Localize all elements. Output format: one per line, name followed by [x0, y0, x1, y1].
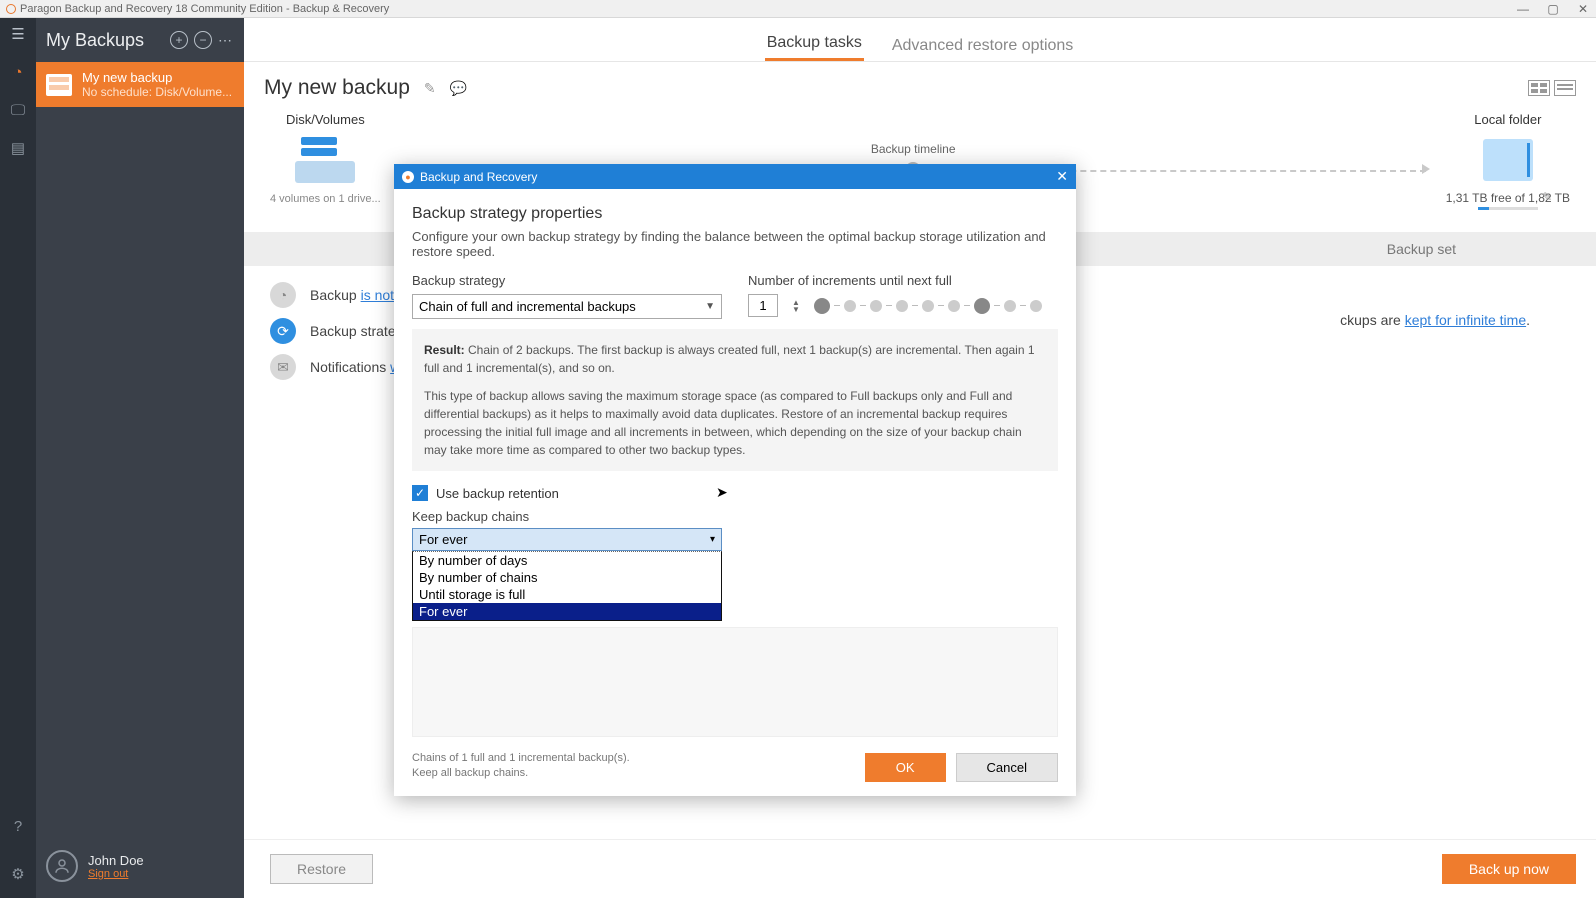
strategy-select-value: Chain of full and incremental backups: [419, 299, 636, 314]
backup-list-item[interactable]: My new backup No schedule: Disk/Volume..…: [36, 62, 244, 107]
dialog-title: Backup and Recovery: [420, 170, 537, 184]
strategy-dialog: ● Backup and Recovery ✕ Backup strategy …: [394, 164, 1076, 796]
sidebar-title: My Backups: [46, 30, 170, 51]
maximize-button[interactable]: ▢: [1546, 2, 1560, 16]
storage-bar: [1478, 207, 1538, 210]
increments-input[interactable]: 1: [748, 294, 778, 317]
keep-chains-dropdown[interactable]: For ever ▾ By number of days By number o…: [412, 528, 722, 621]
tab-backup-tasks[interactable]: Backup tasks: [765, 34, 864, 61]
clock-icon[interactable]: ◔: [8, 62, 28, 82]
dd-option[interactable]: By number of chains: [413, 569, 721, 586]
strategy-select[interactable]: Chain of full and incremental backups ▼: [412, 294, 722, 319]
view-grid-button[interactable]: [1528, 80, 1550, 96]
arrow-right-icon: [1422, 164, 1430, 174]
disk-icon: [46, 74, 72, 96]
backup-set-label: Backup set: [1387, 241, 1456, 257]
dd-option[interactable]: By number of days: [413, 552, 721, 569]
window-titlebar: Paragon Backup and Recovery 18 Community…: [0, 0, 1596, 18]
user-name: John Doe: [88, 853, 144, 868]
view-list-button[interactable]: [1554, 80, 1576, 96]
backup-item-title: My new backup: [82, 70, 232, 85]
source-subtext: 4 volumes on 1 drive...: [270, 193, 381, 205]
dest-label: Local folder: [1474, 112, 1541, 127]
help-icon[interactable]: ?: [8, 816, 28, 836]
clock-grey-icon: ◔: [270, 282, 296, 308]
dd-option-selected[interactable]: For ever: [413, 603, 721, 620]
dd-option[interactable]: Until storage is full: [413, 586, 721, 603]
backup-now-button[interactable]: Back up now: [1442, 854, 1576, 884]
monitor-icon[interactable]: 🖵: [8, 100, 28, 120]
keep-chains-value: For ever: [419, 532, 467, 547]
app-icon: [6, 4, 16, 14]
restore-button[interactable]: Restore: [270, 854, 373, 884]
backup-source[interactable]: Disk/Volumes 4 volumes on 1 drive...: [270, 112, 381, 205]
settings-icon[interactable]: ⚙: [8, 864, 28, 884]
retention-checkbox[interactable]: ✓: [412, 485, 428, 501]
comment-icon[interactable]: 💬: [450, 80, 467, 97]
disk-image-icon: [295, 137, 355, 183]
keep-chains-label: Keep backup chains: [412, 509, 1058, 524]
dialog-footer-text: Chains of 1 full and 1 incremental backu…: [412, 751, 855, 782]
retention-detail-area: [412, 627, 1058, 737]
strategy-icon: ⟳: [270, 318, 296, 344]
drive-icon[interactable]: ▤: [8, 138, 28, 158]
cancel-button[interactable]: Cancel: [956, 753, 1058, 782]
close-button[interactable]: ✕: [1576, 2, 1590, 16]
kept-time-link[interactable]: kept for infinite time: [1405, 312, 1526, 328]
chevron-down-icon: ▾: [710, 534, 715, 545]
timeline-label: Backup timeline: [401, 142, 1426, 156]
backup-item-subtitle: No schedule: Disk/Volume...: [82, 85, 232, 99]
tab-advanced-restore[interactable]: Advanced restore options: [890, 37, 1075, 61]
increments-spinner[interactable]: ▲▼: [792, 299, 800, 313]
dialog-heading: Backup strategy properties: [412, 205, 1058, 223]
ok-button[interactable]: OK: [865, 753, 946, 782]
dialog-subheading: Configure your own backup strategy by fi…: [412, 229, 1058, 259]
menu-icon[interactable]: ☰: [8, 24, 28, 44]
job-title: My new backup: [264, 76, 410, 100]
tab-bar: Backup tasks Advanced restore options: [244, 18, 1596, 62]
nav-rail: ☰ ◔ 🖵 ▤ ? ⚙: [0, 18, 36, 898]
sign-out-link[interactable]: Sign out: [88, 868, 144, 880]
edit-destination-icon[interactable]: ✎: [1542, 190, 1552, 204]
retention-checkbox-label: Use backup retention: [436, 486, 559, 501]
edit-icon[interactable]: ✎: [424, 80, 436, 97]
add-backup-button[interactable]: +: [170, 31, 188, 49]
keep-chains-options: By number of days By number of chains Un…: [412, 551, 722, 621]
sidebar: My Backups + − ⋯ My new backup No schedu…: [36, 18, 244, 898]
user-avatar-icon[interactable]: [46, 850, 78, 882]
more-icon[interactable]: ⋯: [218, 32, 234, 49]
source-label: Disk/Volumes: [286, 112, 365, 127]
folder-icon: [1483, 139, 1533, 181]
app-small-icon: ●: [402, 171, 414, 183]
backup-destination[interactable]: Local folder ✎ 1,31 TB free of 1,82 TB: [1446, 112, 1570, 210]
chain-preview-icon: [814, 298, 1042, 314]
window-title: Paragon Backup and Recovery 18 Community…: [20, 3, 389, 15]
footer-bar: Restore Back up now: [244, 839, 1596, 898]
chevron-down-icon: ▼: [705, 301, 715, 312]
increments-field-label: Number of increments until next full: [748, 273, 1058, 288]
dialog-titlebar[interactable]: ● Backup and Recovery ✕: [394, 164, 1076, 189]
result-description: Result: Chain of 2 backups. The first ba…: [412, 329, 1058, 471]
minimize-button[interactable]: —: [1516, 2, 1530, 16]
mail-icon: ✉: [270, 354, 296, 380]
dialog-close-icon[interactable]: ✕: [1056, 168, 1068, 185]
remove-backup-button[interactable]: −: [194, 31, 212, 49]
strategy-field-label: Backup strategy: [412, 273, 722, 288]
